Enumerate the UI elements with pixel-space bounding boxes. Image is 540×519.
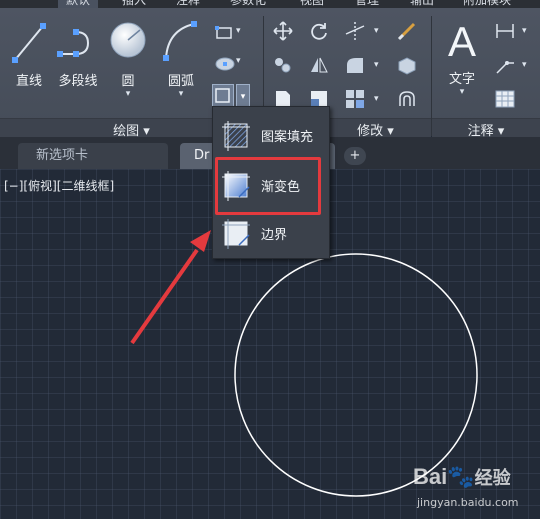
canvas-overlay bbox=[130, 230, 478, 497]
watermark-brand: Bai🐾经验 bbox=[413, 464, 511, 489]
highlight-box bbox=[215, 157, 321, 215]
menu-item-boundary-label: 边界 bbox=[261, 228, 288, 243]
hatch-pattern-icon bbox=[222, 121, 250, 151]
drawn-circle[interactable] bbox=[234, 253, 478, 497]
menu-item-boundary[interactable]: 边界 bbox=[213, 213, 329, 253]
paw-icon: 🐾 bbox=[447, 464, 475, 489]
watermark-url: jingyan.baidu.com bbox=[417, 496, 519, 509]
red-arrow-annotation bbox=[130, 230, 211, 345]
watermark: Bai🐾经验 jingyan.baidu.com bbox=[413, 462, 533, 518]
menu-item-hatch-pattern[interactable]: 图案填充 bbox=[213, 115, 329, 155]
menu-item-hatch-pattern-label: 图案填充 bbox=[261, 130, 314, 145]
boundary-icon bbox=[222, 219, 250, 249]
